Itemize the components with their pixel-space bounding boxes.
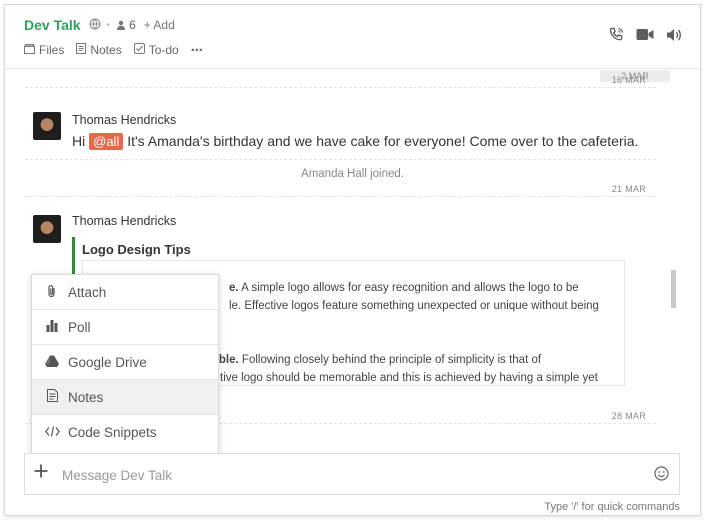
menu-item-google-drive[interactable]: Google Drive bbox=[32, 345, 218, 380]
phone-icon[interactable] bbox=[609, 27, 624, 47]
members-count[interactable]: 6 bbox=[116, 18, 136, 32]
poll-icon bbox=[44, 319, 60, 335]
quote-line-3: orable. Following closely behind the pri… bbox=[201, 351, 541, 369]
user-icon bbox=[117, 20, 126, 30]
menu-item-attach[interactable]: Attach bbox=[32, 275, 218, 310]
plus-icon[interactable] bbox=[34, 462, 48, 482]
tab-files[interactable]: Files bbox=[24, 43, 64, 57]
menu-item-label: Attach bbox=[68, 284, 107, 300]
chat-header: Dev Talk • 6 + Add Files Notes To-do ⋯ bbox=[5, 5, 700, 69]
todo-icon bbox=[133, 43, 145, 57]
avatar[interactable] bbox=[33, 215, 61, 243]
quick-commands-hint: Type '/' for quick commands bbox=[544, 501, 680, 513]
menu-item-poll[interactable]: Poll bbox=[32, 310, 218, 345]
globe-icon[interactable] bbox=[89, 18, 101, 33]
quote-line-2: le. Effective logos feature something un… bbox=[229, 300, 599, 312]
quote-line-1-text: A simple logo allows for easy recognitio… bbox=[238, 282, 579, 294]
paperclip-icon bbox=[44, 284, 60, 301]
channel-title[interactable]: Dev Talk bbox=[24, 17, 81, 33]
date-separator: 21 MAR bbox=[25, 179, 656, 197]
message-author[interactable]: Thomas Hendricks bbox=[72, 214, 176, 228]
quote-line-1-bold: e. bbox=[229, 282, 239, 294]
tab-todo-label: To-do bbox=[148, 43, 179, 57]
header-tabs: Files Notes To-do ⋯ bbox=[24, 43, 204, 57]
menu-item-label: Poll bbox=[68, 319, 91, 335]
scrollbar-thumb[interactable] bbox=[671, 270, 676, 308]
date-label: 16 MAR bbox=[611, 75, 646, 85]
message-composer bbox=[24, 453, 680, 495]
quote-line-4: tive logo should be memorable and this i… bbox=[220, 372, 598, 384]
message-input[interactable] bbox=[62, 466, 622, 484]
menu-item-label: Google Drive bbox=[68, 354, 147, 370]
more-menu-button[interactable]: ⋯ bbox=[191, 43, 204, 57]
tab-notes-label: Notes bbox=[90, 43, 122, 57]
notes-icon bbox=[76, 43, 87, 57]
menu-item-code-snippets[interactable]: Code Snippets bbox=[32, 415, 218, 450]
menu-item-label: Code Snippets bbox=[68, 425, 157, 440]
title-row: Dev Talk • 6 + Add bbox=[24, 17, 175, 33]
separator-dot: • bbox=[106, 19, 111, 31]
quote-accent-bar bbox=[72, 237, 75, 275]
date-separator: 16 MAR bbox=[25, 70, 656, 88]
emoji-icon[interactable] bbox=[654, 466, 669, 484]
speaker-icon[interactable] bbox=[666, 28, 682, 47]
chat-window: Dev Talk • 6 + Add Files Notes To-do ⋯ 2… bbox=[4, 4, 701, 516]
code-icon bbox=[44, 425, 60, 440]
notes-icon bbox=[44, 389, 60, 405]
tab-files-label: Files bbox=[39, 43, 65, 57]
date-label: 28 MAR bbox=[611, 411, 646, 421]
message-divider bbox=[25, 142, 656, 160]
video-icon[interactable] bbox=[636, 28, 654, 46]
date-label: 21 MAR bbox=[611, 184, 646, 194]
call-actions bbox=[597, 27, 682, 47]
menu-item-notes[interactable]: Notes bbox=[32, 380, 218, 415]
message-author[interactable]: Thomas Hendricks bbox=[72, 113, 176, 127]
member-count-value: 6 bbox=[129, 18, 136, 32]
add-member-link[interactable]: + Add bbox=[144, 18, 175, 32]
tab-notes[interactable]: Notes bbox=[76, 43, 122, 57]
quote-line-1: e. A simple logo allows for easy recogni… bbox=[229, 279, 579, 297]
quote-title[interactable]: Logo Design Tips bbox=[82, 242, 191, 257]
google-drive-icon bbox=[44, 355, 60, 370]
files-icon bbox=[24, 43, 35, 57]
quote-line-3-text: Following closely behind the principle o… bbox=[238, 354, 542, 366]
avatar[interactable] bbox=[33, 112, 61, 140]
attach-popup-menu: Attach Poll Google Drive Notes Code Snip… bbox=[31, 274, 219, 456]
tab-todo[interactable]: To-do bbox=[133, 43, 179, 57]
menu-item-label: Notes bbox=[68, 389, 104, 405]
